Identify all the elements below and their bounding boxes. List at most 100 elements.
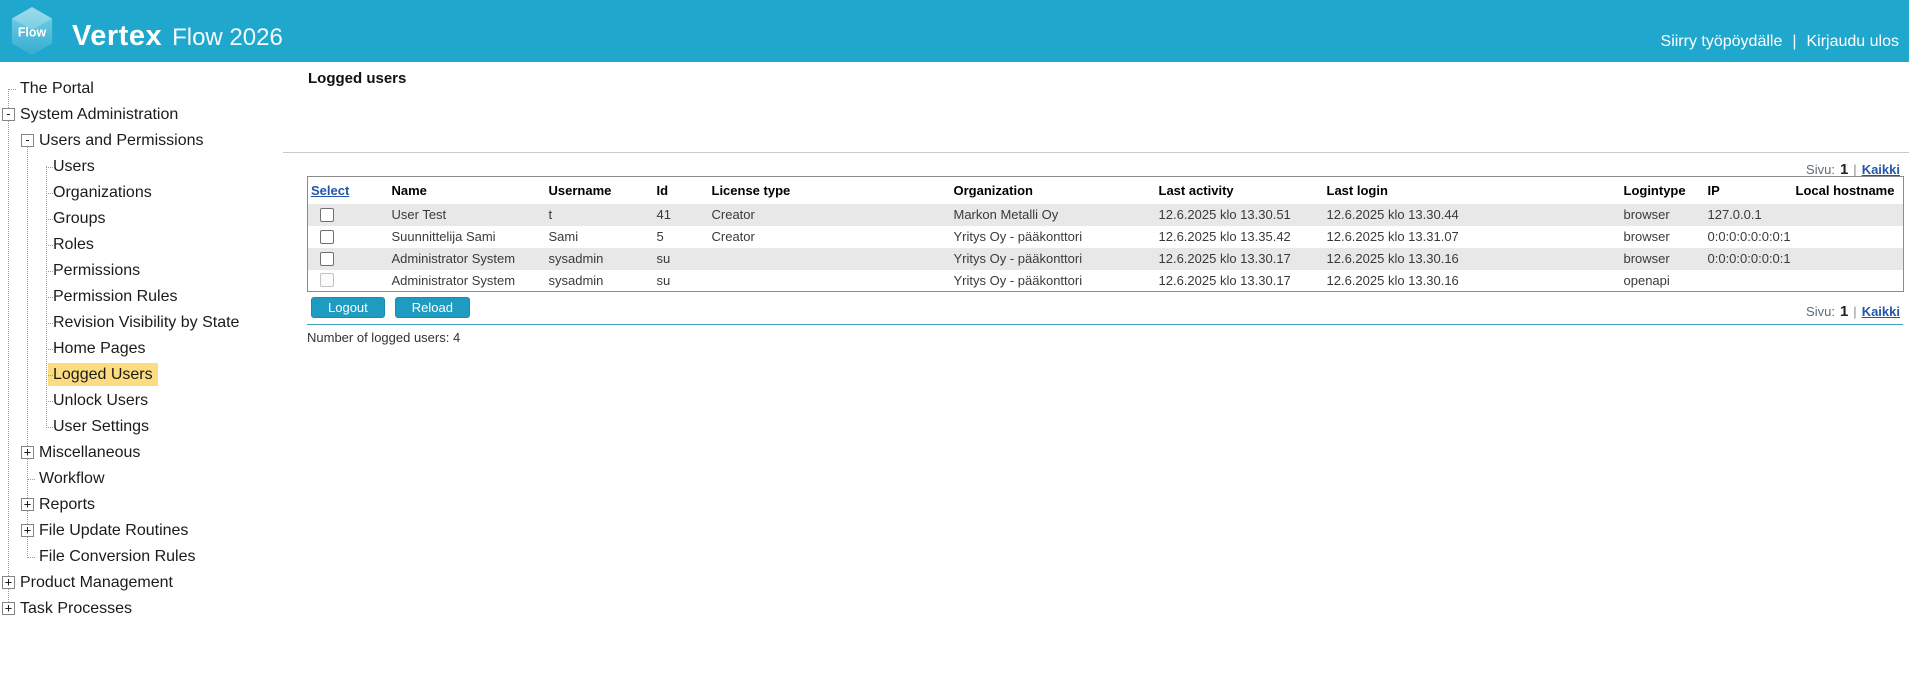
toolbar-divider xyxy=(283,152,1909,153)
cell-username: Sami xyxy=(546,226,654,248)
header-links: Siirry työpöydälle | Kirjaudu ulos xyxy=(1661,33,1899,53)
cell-username: t xyxy=(546,204,654,226)
logout-link[interactable]: Kirjaudu ulos xyxy=(1807,33,1900,51)
reload-button[interactable]: Reload xyxy=(395,297,470,318)
cell-last-activity: 12.6.2025 klo 13.35.42 xyxy=(1156,226,1324,248)
column-name: Name xyxy=(389,177,546,204)
product-name: Flow 2026 xyxy=(172,24,283,52)
tree-branch xyxy=(46,323,53,324)
expand-icon[interactable]: + xyxy=(21,446,34,459)
sidebar-item-product-management[interactable]: + Product Management xyxy=(0,570,283,596)
table-row: User Test t 41 Creator Markon Metalli Oy… xyxy=(308,204,1904,226)
sidebar-item-permissions[interactable]: Permissions xyxy=(0,258,283,284)
cell-license xyxy=(709,270,951,292)
cell-ip: 127.0.0.1 xyxy=(1705,204,1793,226)
row-select-checkbox[interactable] xyxy=(320,230,334,244)
column-last-activity: Last activity xyxy=(1156,177,1324,204)
cell-last-login: 12.6.2025 klo 13.30.44 xyxy=(1324,204,1621,226)
table-row: Administrator System sysadmin su Yritys … xyxy=(308,270,1904,292)
show-all-link[interactable]: Kaikki xyxy=(1862,304,1900,319)
flow-logo[interactable]: Flow xyxy=(9,6,55,56)
expand-icon[interactable]: + xyxy=(21,498,34,511)
navigation-tree: The Portal - System Administration - Use… xyxy=(0,62,283,677)
cell-ip: 0:0:0:0:0:0:0:1 xyxy=(1705,226,1793,248)
row-select-checkbox-disabled xyxy=(320,273,334,287)
cell-last-login: 12.6.2025 klo 13.30.16 xyxy=(1324,248,1621,270)
sidebar-item-revision-visibility-by-state[interactable]: Revision Visibility by State xyxy=(0,310,283,336)
cell-ip: 0:0:0:0:0:0:0:1 xyxy=(1705,248,1793,270)
row-select-checkbox[interactable] xyxy=(320,208,334,222)
select-all-link[interactable]: Select xyxy=(311,183,349,198)
collapse-icon[interactable]: - xyxy=(2,108,15,121)
sidebar-item-logged-users[interactable]: Logged Users xyxy=(0,362,283,388)
cell-organization: Markon Metalli Oy xyxy=(951,204,1156,226)
sidebar-item-permission-rules[interactable]: Permission Rules xyxy=(0,284,283,310)
footer-divider xyxy=(307,324,1903,325)
sidebar-item-miscellaneous[interactable]: + Miscellaneous xyxy=(0,440,283,466)
logo-text: Flow xyxy=(18,26,47,40)
tree-branch xyxy=(46,245,53,246)
expand-icon[interactable]: + xyxy=(2,602,15,615)
column-id: Id xyxy=(654,177,709,204)
page-title: Logged users xyxy=(308,70,406,87)
sidebar-item-file-update-routines[interactable]: + File Update Routines xyxy=(0,518,283,544)
row-select-checkbox[interactable] xyxy=(320,252,334,266)
cell-hostname xyxy=(1793,270,1904,292)
cell-name: Administrator System xyxy=(389,270,546,292)
sidebar-item-users[interactable]: Users xyxy=(0,154,283,180)
cell-organization: Yritys Oy - pääkonttori xyxy=(951,270,1156,292)
tree-branch xyxy=(46,375,53,376)
show-all-link[interactable]: Kaikki xyxy=(1862,162,1900,177)
column-license-type: License type xyxy=(709,177,951,204)
cell-license xyxy=(709,248,951,270)
sidebar-item-groups[interactable]: Groups xyxy=(0,206,283,232)
cell-hostname xyxy=(1793,204,1904,226)
logged-users-table: Select Name Username Id License type Org… xyxy=(307,176,1904,292)
sidebar-item-organizations[interactable]: Organizations xyxy=(0,180,283,206)
cell-id: su xyxy=(654,248,709,270)
sidebar-item-workflow[interactable]: Workflow xyxy=(0,466,283,492)
brand-name: Vertex xyxy=(72,20,162,53)
main-content: Logged users Sivu: 1 | Kaikki Select Nam… xyxy=(283,62,1909,677)
sidebar-item-users-and-permissions[interactable]: - Users and Permissions xyxy=(0,128,283,154)
expand-icon[interactable]: + xyxy=(2,576,15,589)
current-page-number: 1 xyxy=(1840,303,1848,320)
sidebar-item-user-settings[interactable]: User Settings xyxy=(0,414,283,440)
column-local-hostname: Local hostname xyxy=(1793,177,1904,204)
cell-logintype: openapi xyxy=(1621,270,1705,292)
expand-icon[interactable]: + xyxy=(21,524,34,537)
sidebar-item-roles[interactable]: Roles xyxy=(0,232,283,258)
page-label: Sivu: xyxy=(1806,304,1835,319)
sidebar-item-the-portal[interactable]: The Portal xyxy=(0,76,283,102)
collapse-icon[interactable]: - xyxy=(21,134,34,147)
sidebar-item-system-administration[interactable]: - System Administration xyxy=(0,102,283,128)
sidebar-item-home-pages[interactable]: Home Pages xyxy=(0,336,283,362)
tree-branch xyxy=(46,271,53,272)
cell-last-login: 12.6.2025 klo 13.31.07 xyxy=(1324,226,1621,248)
tree-branch xyxy=(46,167,53,168)
cell-id: 5 xyxy=(654,226,709,248)
cell-name: Suunnittelija Sami xyxy=(389,226,546,248)
pagination-separator: | xyxy=(1853,304,1856,319)
sidebar-item-unlock-users[interactable]: Unlock Users xyxy=(0,388,283,414)
go-to-desktop-link[interactable]: Siirry työpöydälle xyxy=(1661,33,1783,51)
cell-id: 41 xyxy=(654,204,709,226)
cell-id: su xyxy=(654,270,709,292)
tree-branch xyxy=(46,297,53,298)
cell-logintype: browser xyxy=(1621,248,1705,270)
header-link-separator: | xyxy=(1792,33,1796,51)
table-header-row: Select Name Username Id License type Org… xyxy=(308,177,1904,204)
cell-username: sysadmin xyxy=(546,248,654,270)
sidebar-item-reports[interactable]: + Reports xyxy=(0,492,283,518)
cell-organization: Yritys Oy - pääkonttori xyxy=(951,226,1156,248)
sidebar-item-task-processes[interactable]: + Task Processes xyxy=(0,596,283,622)
page-label: Sivu: xyxy=(1806,162,1835,177)
cell-name: Administrator System xyxy=(389,248,546,270)
sidebar-item-file-conversion-rules[interactable]: File Conversion Rules xyxy=(0,544,283,570)
pagination-separator: | xyxy=(1853,162,1856,177)
tree-branch xyxy=(46,349,53,350)
tree-branch xyxy=(46,427,53,428)
logout-button[interactable]: Logout xyxy=(311,297,385,318)
cell-logintype: browser xyxy=(1621,204,1705,226)
column-last-login: Last login xyxy=(1324,177,1621,204)
